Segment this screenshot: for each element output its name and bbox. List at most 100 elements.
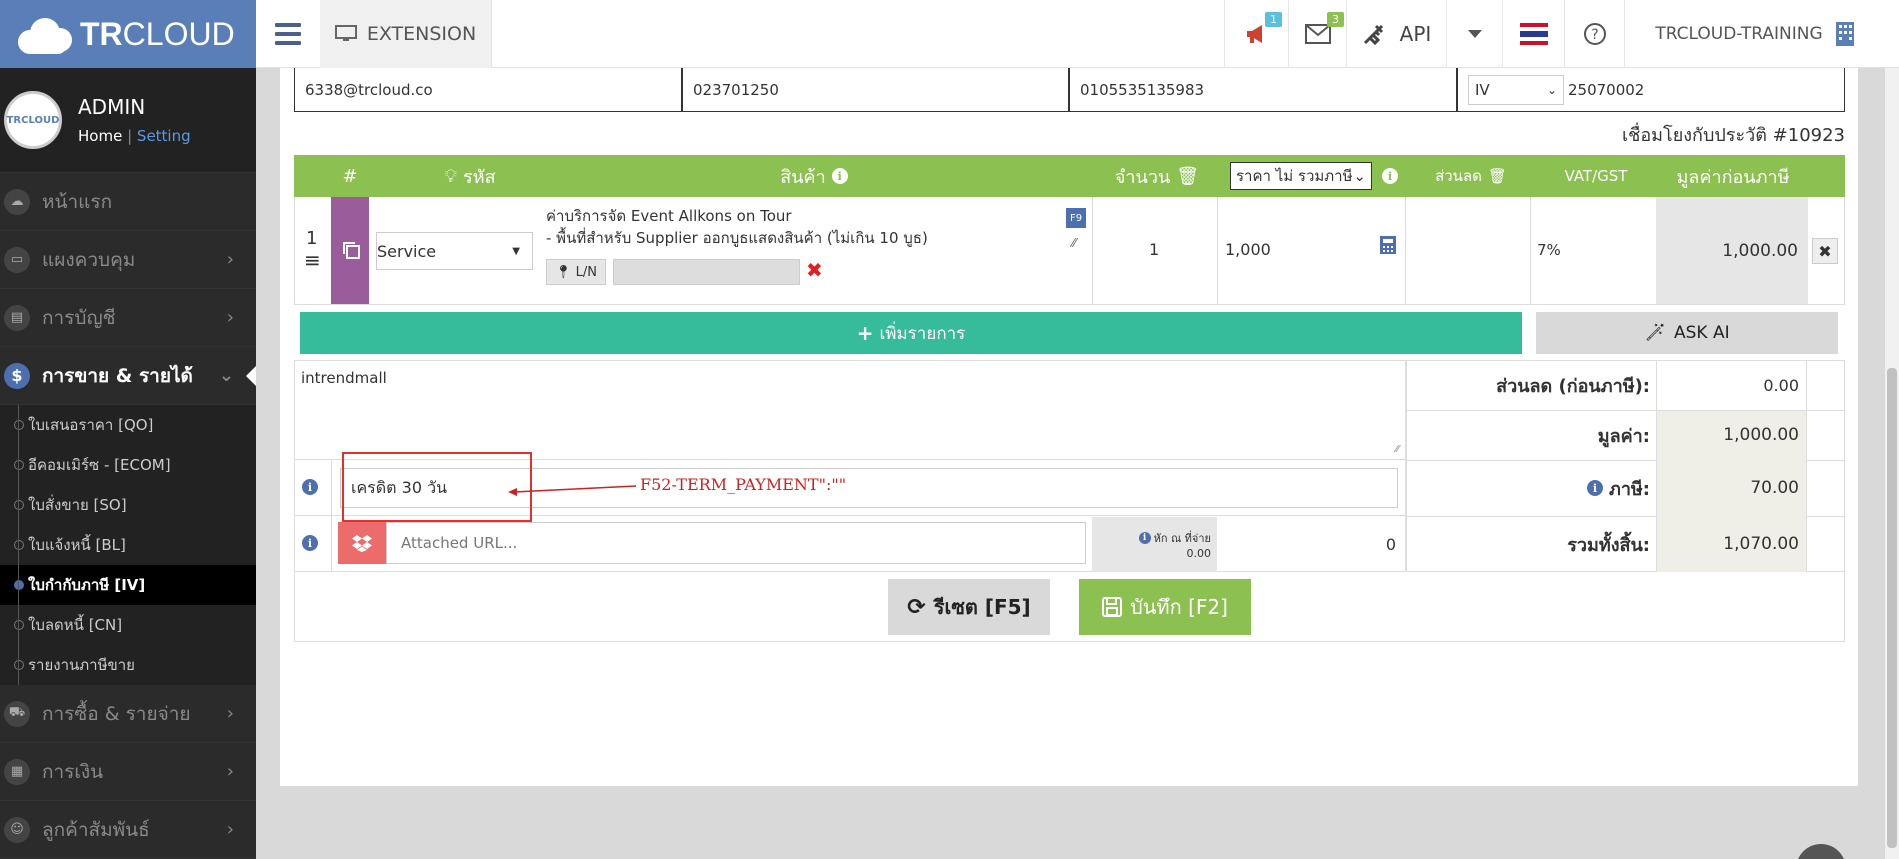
reset-button[interactable]: ⟳ รีเซต [F5] [888, 579, 1050, 635]
submenu-item-cn[interactable]: ใบลดหนี้ [CN] [0, 605, 256, 645]
svg-text:?: ? [1591, 27, 1598, 43]
building-icon [1835, 22, 1854, 46]
total-label: รวมทั้งสิ้น: [1567, 534, 1650, 556]
tax-id-field[interactable]: 0105535135983 [1069, 68, 1457, 112]
floppy-disk-icon [1102, 597, 1123, 617]
vat-value[interactable]: 7% [1537, 241, 1561, 259]
add-item-button[interactable]: + เพิ่มรายการ [300, 312, 1522, 354]
submenu-item-iv[interactable]: ใบกำกับภาษี [IV] [0, 565, 256, 605]
history-link[interactable]: เชื่อมโยงกับประวัติ #10923 [1622, 120, 1845, 149]
info-icon: i [302, 479, 318, 495]
email-field[interactable]: 6338@trcloud.co [294, 68, 682, 112]
announcement-button[interactable]: 1 [1224, 0, 1288, 68]
app-logo[interactable]: TRCLOUD [0, 0, 256, 68]
withholding-total[interactable]: 0 [1217, 517, 1406, 572]
item-type-select[interactable]: Service ▼ [376, 232, 533, 270]
submenu-item-so[interactable]: ใบสั่งขาย [SO] [0, 485, 256, 525]
trash-icon[interactable]: 🗑︎ [1488, 167, 1507, 185]
doc-type-select[interactable]: IV ⌄ [1468, 74, 1564, 105]
header-index: # [342, 165, 358, 187]
sidebar-item-accounting[interactable]: ▤ การบัญชี › [0, 289, 256, 347]
mail-button[interactable]: 3 [1288, 0, 1346, 68]
setting-link[interactable]: Setting [137, 127, 191, 145]
sidebar-item-sales[interactable]: $ การขาย & รายได้ ⌄ [0, 347, 256, 405]
info-icon: i [302, 535, 318, 551]
extension-tab[interactable]: EXTENSION [320, 0, 492, 68]
submenu-label: ใบกำกับภาษี [IV] [28, 576, 146, 594]
header-qty: จำนวน 🗑︎ [1114, 165, 1200, 188]
sidebar-item-crm[interactable]: ☺ ลูกค้าสัมพันธ์ › [0, 801, 256, 859]
calendar-icon: ▦ [4, 758, 30, 785]
notes-textarea[interactable]: intrendmall ⁄⁄ [294, 360, 1406, 460]
copy-icon[interactable] [341, 240, 361, 260]
brand-cloud: CLOUD [122, 15, 235, 52]
question-circle-icon: ? [1583, 23, 1606, 45]
home-link[interactable]: Home [78, 127, 122, 145]
menu-toggle-icon[interactable] [256, 0, 320, 68]
total-value: 1,070.00 [1723, 534, 1799, 554]
api-button[interactable]: API [1346, 0, 1446, 68]
book-icon: ▤ [4, 304, 30, 331]
caret-down-icon: ▼ [512, 245, 520, 257]
ln-input[interactable] [613, 259, 800, 285]
header-product: สินค้า i [534, 155, 1094, 197]
dropdown-toggle[interactable] [1446, 0, 1502, 68]
active-pointer [246, 366, 256, 386]
sidebar-item-finance[interactable]: ▦ การเงิน › [0, 743, 256, 801]
submenu-item-sales-tax-report[interactable]: รายงานภาษีขาย [0, 645, 256, 685]
discount-value[interactable]: 0.00 [1657, 360, 1799, 410]
item-description[interactable]: ค่าบริการจัด Event Allkons on Tour - พื้… [546, 205, 928, 249]
price-mode-select[interactable]: ราคา ไม่ รวมภาษี ⌄ [1230, 162, 1372, 190]
help-button[interactable]: ? [1564, 0, 1624, 68]
ln-button[interactable]: 📍︎ L/N [546, 259, 606, 285]
language-flag-button[interactable] [1502, 0, 1564, 68]
company-menu[interactable]: TRCLOUD-TRAINING [1624, 0, 1885, 68]
sidebar-item-home[interactable]: ☁ หน้าแรก [0, 173, 256, 231]
extension-label: EXTENSION [366, 23, 477, 45]
magic-wand-icon: 🪄︎ [1644, 323, 1666, 343]
lightbulb-icon: 💡︎ [444, 165, 458, 187]
close-icon[interactable]: ✖ [806, 258, 823, 282]
header-discount: ส่วนลด 🗑︎ [1435, 167, 1507, 185]
ask-ai-button[interactable]: 🪄︎ ASK AI [1536, 312, 1838, 354]
attached-url-input[interactable]: Attached URL... [386, 522, 1086, 564]
page-scrollbar[interactable] [1885, 68, 1899, 859]
user-profile: TRCLOUD ADMIN Home | Setting [0, 68, 256, 173]
sidebar-item-label: การขาย & รายได้ [42, 364, 193, 387]
thai-flag-icon [1519, 23, 1548, 45]
cart-icon: ⛟ [4, 700, 30, 727]
chevron-down-icon: ⌄ [1353, 167, 1366, 185]
sidebar-item-dashboard[interactable]: ▭ แผงควบคุม › [0, 231, 256, 289]
sidebar-item-purchase[interactable]: ⛟ การซื้อ & รายจ่าย › [0, 685, 256, 743]
cloud-icon: ☁ [4, 188, 30, 215]
sidebar-item-label: การซื้อ & รายจ่าย [42, 702, 191, 725]
submenu-label: รายงานภาษีขาย [28, 656, 135, 674]
delete-row-icon[interactable]: ✖ [1812, 238, 1838, 264]
discount-label: ส่วนลด (ก่อนภาษี): [1496, 375, 1650, 397]
resize-handle-icon[interactable]: ⁄⁄ [1072, 236, 1076, 250]
users-icon: ☺ [4, 816, 30, 843]
phone-field[interactable]: 023701250 [682, 68, 1069, 112]
calculator-icon[interactable] [1380, 236, 1396, 254]
trash-icon[interactable]: 🗑︎ [1176, 166, 1199, 187]
chevron-right-icon: › [226, 249, 234, 270]
chevron-right-icon: › [226, 819, 234, 840]
chevron-right-icon: › [226, 703, 234, 724]
save-button[interactable]: บันทึก [F2] [1079, 579, 1251, 635]
qty-value[interactable]: 1 [1149, 240, 1159, 259]
price-value[interactable]: 1,000 [1225, 240, 1271, 259]
f9-button[interactable]: F9 [1066, 208, 1086, 228]
submenu-label: ใบแจ้งหนี้ [BL] [28, 536, 126, 554]
resize-handle-icon[interactable]: ⁄⁄ [1396, 444, 1399, 455]
value-label: มูลค่า: [1597, 425, 1650, 447]
chevron-right-icon: › [226, 761, 234, 782]
sidebar-item-label: แผงควบคุม [42, 248, 136, 271]
submenu-item-qo[interactable]: ใบเสนอราคา [QO] [0, 405, 256, 445]
scroll-top-button[interactable] [1796, 844, 1846, 859]
dropbox-button[interactable] [338, 522, 386, 564]
submenu-item-ecom[interactable]: อีคอมเมิร์ซ - [ECOM] [0, 445, 256, 485]
submenu-item-bl[interactable]: ใบแจ้งหนี้ [BL] [0, 525, 256, 565]
drag-handle-icon[interactable]: ≡ [304, 250, 321, 270]
amount-value: 1,000.00 [1656, 197, 1808, 304]
envelope-icon [1304, 24, 1331, 44]
